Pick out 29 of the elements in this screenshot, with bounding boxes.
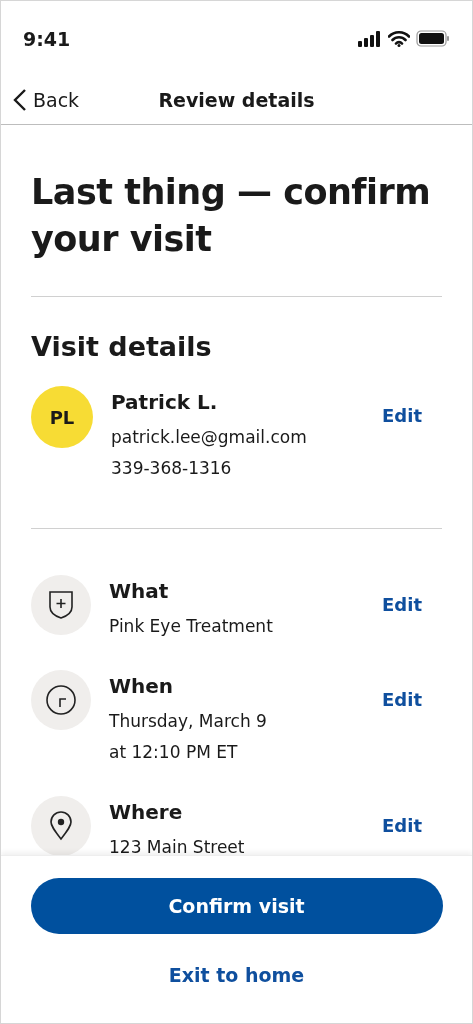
status-time: 9:41 [23,27,71,50]
edit-link[interactable]: Edit [382,594,422,615]
wifi-icon [388,30,410,47]
back-button[interactable]: Back [13,88,80,112]
avatar-initials: PL [31,386,93,448]
edit-link[interactable]: Edit [382,815,422,836]
detail-label: Where [109,800,184,824]
clock-icon [45,684,77,716]
location-pin-icon [49,811,73,841]
signal-icon [358,30,382,47]
confirm-visit-button[interactable]: Confirm visit [30,878,443,934]
exit-link[interactable]: Exit to home [168,964,305,986]
chevron-left-icon [13,88,27,112]
edit-link[interactable]: Edit [382,405,422,426]
screen-title: Review details [158,89,315,111]
detail-value: at 12:10 PM ET [109,741,239,764]
battery-icon [416,30,450,47]
shield-icon [48,590,74,620]
section-title: Visit details [31,331,213,362]
detail-value: Pink Eye Treatment [109,615,274,638]
page-heading: Last thing — confirm your visit [31,171,432,261]
detail-label: When [109,674,175,698]
patient-phone: 339-368-1316 [111,457,233,480]
detail-value: Thursday, March 9 [109,710,268,733]
patient-name: Patrick L. [111,390,219,414]
detail-value: 123 Main Street [109,836,246,855]
patient-email: patrick.lee@gmail.com [111,426,308,449]
edit-link[interactable]: Edit [382,689,422,710]
detail-label: What [109,579,170,603]
